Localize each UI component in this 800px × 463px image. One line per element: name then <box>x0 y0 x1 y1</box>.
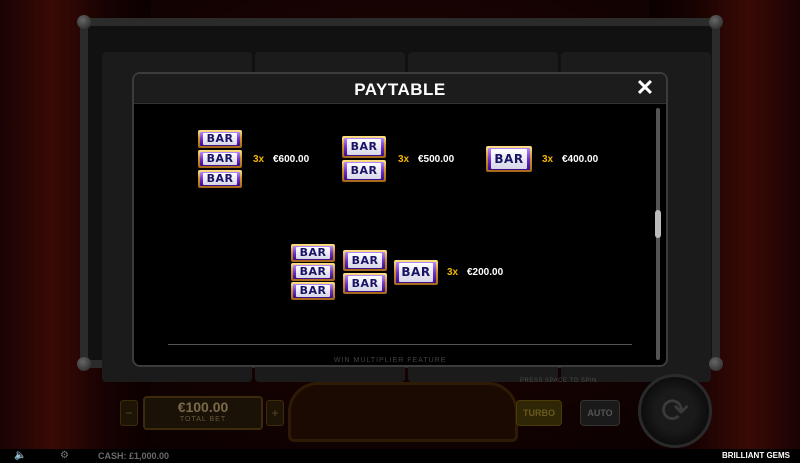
payline-multiplier: 3x <box>398 154 410 165</box>
payline-payout: €400.00 <box>562 154 599 165</box>
sound-icon[interactable]: 🔈 <box>14 450 26 461</box>
bar-symbol: BAR <box>198 170 242 188</box>
modal-title: PAYTABLE <box>354 80 446 99</box>
bar-symbol: BAR <box>342 136 386 158</box>
next-section-heading: WIN MULTIPLIER FEATURE <box>334 357 447 364</box>
paytable-modal: PAYTABLE ✕ BAR BAR BAR 3x €600.00 BAR BA… <box>132 72 668 367</box>
frame-stud <box>709 15 723 29</box>
payline-multiplier: 3x <box>447 267 459 278</box>
modal-header: PAYTABLE ✕ <box>134 74 666 104</box>
section-divider <box>168 344 632 345</box>
bet-decrease-button[interactable]: − <box>120 400 138 426</box>
win-display-slot <box>288 382 518 442</box>
payline-payout: €200.00 <box>467 267 504 278</box>
bar-symbol: BAR <box>343 273 387 294</box>
payline-multiplier: 3x <box>253 154 265 165</box>
bar-symbol: BAR <box>291 282 335 300</box>
spin-hint: PRESS SPACE TO SPIN <box>520 378 597 384</box>
bet-increase-button[interactable]: + <box>266 400 284 426</box>
settings-icon[interactable]: ⚙ <box>60 450 69 461</box>
spin-arrows-icon: ⟳ <box>660 392 690 430</box>
game-title: BRILLIANT GEMS <box>722 451 790 460</box>
bottom-control-panel: − €100.00 TOTAL BET + PRESS SPACE TO SPI… <box>88 374 712 448</box>
frame-stud <box>709 357 723 371</box>
payline-multiplier: 3x <box>542 154 554 165</box>
bar-symbol: BAR <box>343 250 387 271</box>
scrollbar-thumb[interactable] <box>655 210 661 238</box>
bet-value: €100.00 <box>177 399 229 415</box>
bar-symbol: BAR <box>342 160 386 182</box>
bar-symbol: BAR <box>486 146 532 172</box>
total-bet-display: €100.00 TOTAL BET <box>143 396 263 430</box>
bar-symbol: BAR <box>198 130 242 148</box>
bar-symbol: BAR <box>198 150 242 168</box>
close-icon[interactable]: ✕ <box>634 77 656 99</box>
bet-label: TOTAL BET <box>179 416 227 423</box>
payline-payout: €600.00 <box>273 154 310 165</box>
spin-button[interactable]: ⟳ <box>638 374 712 448</box>
frame-stud <box>77 15 91 29</box>
bar-symbol: BAR <box>394 260 438 285</box>
frame-stud <box>77 357 91 371</box>
scrollbar-track[interactable] <box>655 108 661 360</box>
cash-balance: CASH: £1,000.00 <box>98 451 170 461</box>
bar-symbol: BAR <box>291 263 335 281</box>
footer-bar: 🔈 ⚙ CASH: £1,000.00 BRILLIANT GEMS <box>0 449 800 463</box>
autoplay-button[interactable]: AUTO <box>580 400 620 426</box>
turbo-button[interactable]: TURBO <box>516 400 562 426</box>
payline-payout: €500.00 <box>418 154 455 165</box>
bar-symbol: BAR <box>291 244 335 262</box>
